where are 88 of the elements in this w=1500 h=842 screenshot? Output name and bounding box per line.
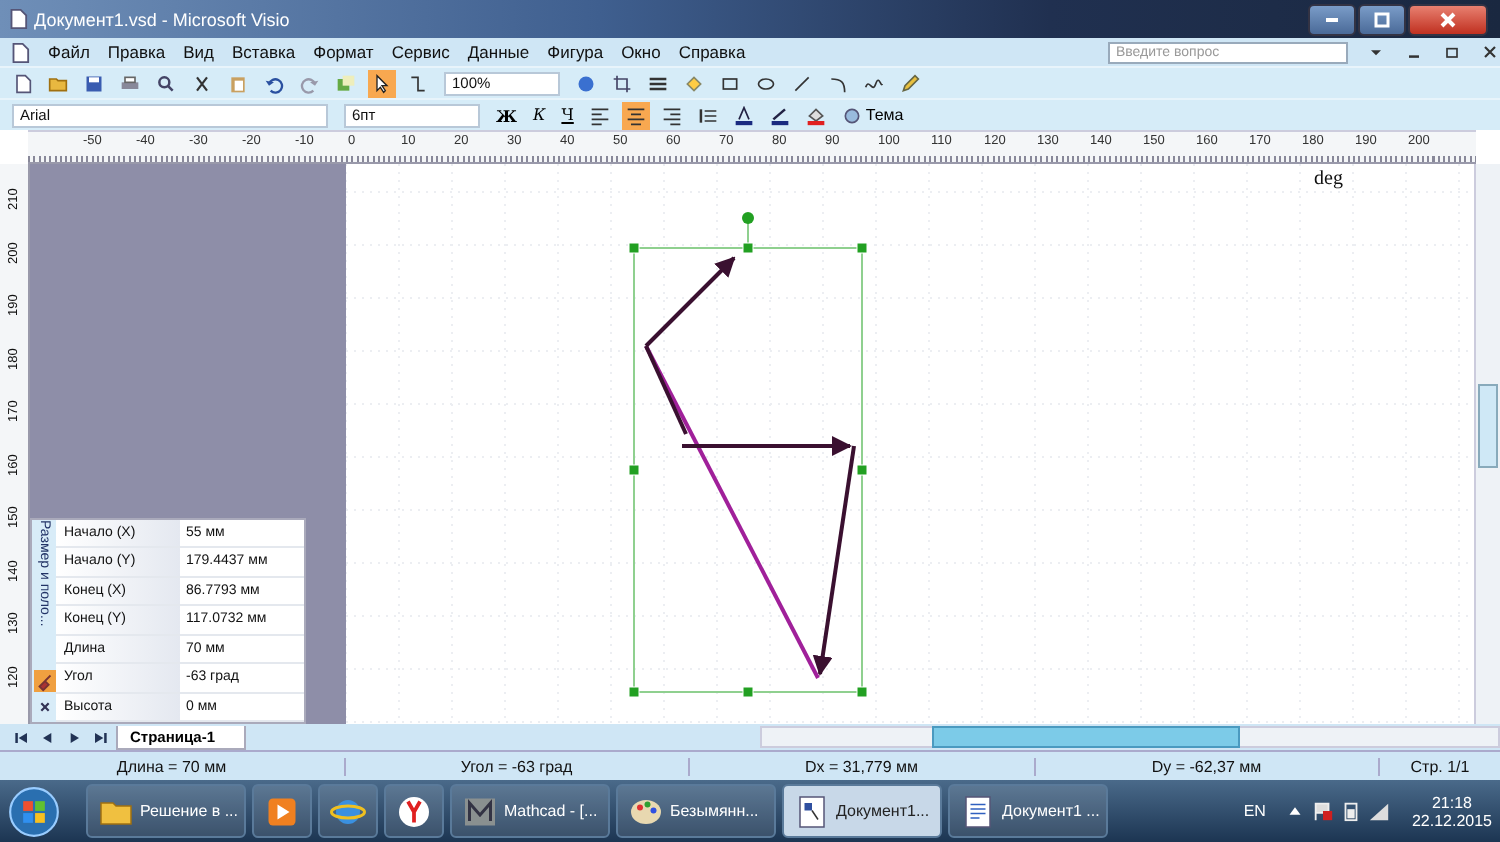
align-center-icon[interactable] [625, 105, 646, 125]
taskbar-button[interactable]: Решение в ... [86, 784, 246, 838]
taskbar-button[interactable]: Документ1 ... [948, 784, 1108, 838]
status-text: Угол = -63 град [345, 757, 690, 775]
menu-item[interactable]: Файл [48, 42, 90, 62]
ellipse-icon[interactable] [756, 73, 776, 93]
line-icon[interactable] [792, 73, 812, 93]
minimize-icon [1326, 17, 1338, 21]
theme-icon [841, 105, 862, 125]
line-style-icon[interactable] [648, 73, 668, 93]
undo-icon[interactable] [264, 73, 284, 93]
save-icon[interactable] [84, 73, 104, 93]
document-icon [6, 8, 28, 30]
taskbar-button[interactable] [318, 784, 378, 838]
bullets-icon[interactable] [697, 105, 718, 125]
selection-handle[interactable] [742, 686, 754, 698]
close-icon [1438, 9, 1458, 29]
crop-icon[interactable] [612, 73, 632, 93]
pencil-icon[interactable] [900, 73, 920, 93]
cut-icon[interactable] [192, 73, 212, 93]
selection-handle[interactable] [628, 686, 640, 698]
text-label: deg [1314, 168, 1343, 190]
format-button[interactable]: К [533, 105, 546, 125]
play-icon [264, 793, 300, 829]
close-icon[interactable] [1480, 42, 1500, 62]
horizontal-scrollbar[interactable] [760, 726, 1500, 748]
close-button[interactable] [1408, 3, 1488, 35]
selection-handle[interactable] [856, 686, 868, 698]
menu-item[interactable]: Окно [621, 42, 661, 62]
pin-icon[interactable] [33, 670, 55, 692]
menu-item[interactable]: Вставка [232, 42, 296, 62]
format-button[interactable]: Ж [496, 105, 517, 125]
status-text: Dy = -62,37 мм [1035, 757, 1380, 775]
first-page-icon[interactable] [12, 727, 32, 747]
maximize-icon [1372, 9, 1392, 29]
minimize-button[interactable] [1308, 3, 1356, 35]
taskbar-button[interactable]: Mathcad - [... [450, 784, 610, 838]
signal-icon[interactable] [1367, 800, 1390, 822]
last-page-icon[interactable] [90, 727, 110, 747]
menu-item[interactable]: Вид [183, 42, 215, 62]
menu-item[interactable]: Данные [467, 42, 530, 62]
status-text: Стр. 1/1 [1408, 757, 1472, 775]
vertical-scrollbar[interactable] [1474, 164, 1500, 724]
menu-item[interactable]: Фигура [547, 42, 604, 62]
diagram-document-icon [794, 793, 830, 829]
fill-color-icon[interactable] [805, 105, 826, 125]
clock-time[interactable]: 21:18 [1431, 793, 1472, 811]
clock-date[interactable]: 22.12.2015 [1411, 811, 1492, 829]
document-icon[interactable] [12, 73, 32, 93]
taskbar-button[interactable]: Безымянн... [616, 784, 776, 838]
language-indicator[interactable]: EN [1243, 802, 1266, 820]
maximize-button[interactable] [1358, 3, 1406, 35]
format-button[interactable]: Ч [561, 105, 574, 125]
selection-handle[interactable] [856, 242, 868, 254]
restore-icon[interactable] [1442, 42, 1462, 62]
magnifier-icon[interactable] [156, 73, 176, 93]
status-text: Длина = 70 мм [0, 757, 345, 775]
line-color-icon[interactable] [769, 105, 790, 125]
align-left-icon[interactable] [589, 105, 610, 125]
window-title: Документ1.vsd - Microsoft Visio [34, 9, 290, 29]
text-document-icon [960, 793, 996, 829]
arc-icon[interactable] [828, 73, 848, 93]
font-color-icon[interactable] [733, 105, 754, 125]
clipboard-icon[interactable] [228, 73, 248, 93]
menu-item[interactable]: Формат [313, 42, 374, 62]
rotation-handle[interactable] [742, 212, 754, 224]
theme-button[interactable]: Тема [841, 105, 904, 125]
align-right-icon[interactable] [661, 105, 682, 125]
connector-icon[interactable] [408, 73, 428, 93]
menu-item[interactable]: Сервис [391, 42, 450, 62]
selection-handle[interactable] [742, 242, 754, 254]
battery-icon[interactable] [1339, 800, 1362, 822]
status-text: Dx = 31,779 мм [690, 757, 1035, 775]
menu-item[interactable]: Справка [678, 42, 746, 62]
folder-icon[interactable] [48, 73, 68, 93]
taskbar-button[interactable] [252, 784, 312, 838]
taskbar-button[interactable]: Документ1... [782, 784, 942, 838]
taskbar-button[interactable] [384, 784, 444, 838]
freeform-icon[interactable] [864, 73, 884, 93]
selection-handle[interactable] [856, 464, 868, 476]
selection-handle[interactable] [628, 464, 640, 476]
menu-item[interactable]: Правка [107, 42, 166, 62]
pointer-icon[interactable] [372, 73, 392, 93]
printer-icon[interactable] [120, 73, 140, 93]
flag-icon[interactable] [1311, 800, 1334, 822]
rectangle-icon[interactable] [720, 73, 740, 93]
selection-handle[interactable] [628, 242, 640, 254]
start-button[interactable] [8, 785, 60, 837]
